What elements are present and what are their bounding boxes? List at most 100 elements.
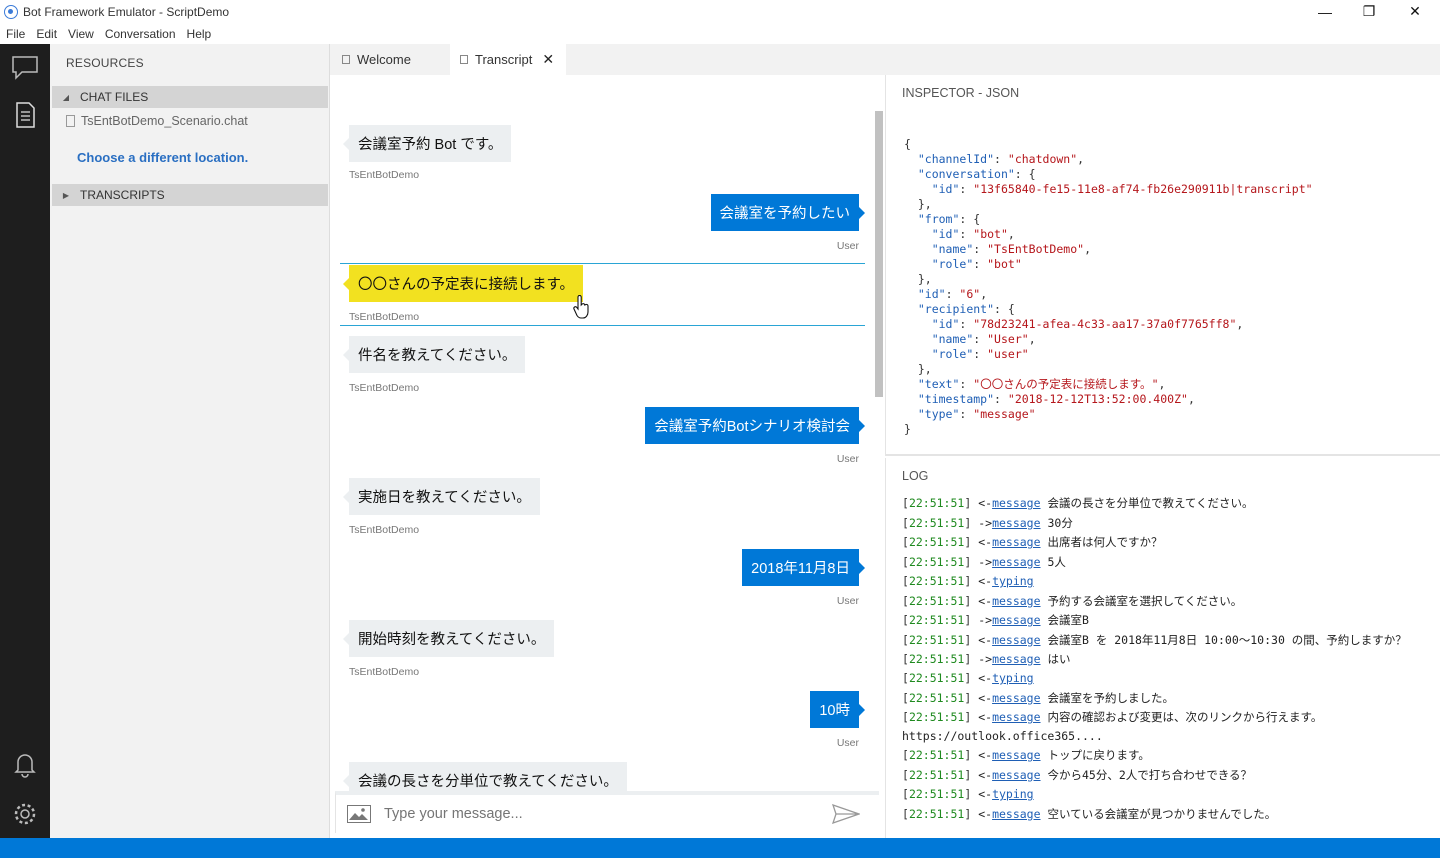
log-panel: LOG [22:51:51] <-message 会議の長さを分単位で教えてくだ… <box>885 458 1440 838</box>
menu-view[interactable]: View <box>62 27 99 41</box>
log-lines: [22:51:51] <-message 会議の長さを分単位で教えてください。 [… <box>902 494 1427 824</box>
log-entry: [22:51:51] <-message 出席者は何人ですか？ <box>902 535 1163 549</box>
menu-file[interactable]: File <box>0 27 30 41</box>
tab-doc-icon <box>460 55 468 64</box>
bot-message-selected[interactable]: 〇〇さんの予定表に接続します。 <box>342 265 584 302</box>
chat-file-item[interactable]: TsEntBotDemo_Scenario.chat <box>66 114 248 128</box>
chat-files-section[interactable]: ◢ CHAT FILES <box>52 86 328 108</box>
log-activity-link[interactable]: message <box>992 516 1040 530</box>
chat-files-label: CHAT FILES <box>80 90 149 104</box>
user-message[interactable]: 会議室を予約したい <box>710 194 865 231</box>
log-title: LOG <box>902 469 929 483</box>
log-activity-link[interactable]: message <box>992 613 1040 627</box>
log-activity-link[interactable]: message <box>992 496 1040 510</box>
message-input[interactable] <box>384 806 824 822</box>
log-text: 出席者は何人ですか？ <box>1047 535 1163 549</box>
log-text: トップに戻ります。 <box>1047 748 1150 762</box>
log-direction: -> <box>978 651 993 666</box>
title-bar: Bot Framework Emulator - ScriptDemo — ❐ … <box>0 0 1440 23</box>
log-timestamp: 22:51:51 <box>908 787 965 801</box>
selection-border-top <box>340 263 865 264</box>
activity-bar <box>0 44 50 838</box>
log-timestamp: 22:51:51 <box>908 613 965 627</box>
log-activity-link[interactable]: message <box>992 535 1040 549</box>
document-icon[interactable] <box>10 100 40 130</box>
log-text: 空いている会議室が見つかりませんでした。 <box>1047 806 1277 821</box>
log-direction: <- <box>978 574 993 588</box>
log-text: 今から45分、2人で打ち合わせできる？ <box>1047 767 1253 782</box>
bot-message[interactable]: 件名を教えてください。 <box>342 336 526 373</box>
log-text: 会議室B <box>1047 613 1089 627</box>
restore-button[interactable]: ❐ <box>1346 0 1392 23</box>
log-timestamp: 22:51:51 <box>908 806 965 821</box>
log-entry: [22:51:51] ->message はい <box>902 651 1071 666</box>
collapse-triangle-icon: ◢ <box>62 92 70 102</box>
log-entry: [22:51:51] <-typing <box>902 671 1034 685</box>
log-activity-link[interactable]: message <box>992 555 1040 569</box>
user-message[interactable]: 2018年11月8日 <box>742 549 865 586</box>
log-activity-link[interactable]: message <box>992 633 1040 647</box>
transcripts-section[interactable]: ▶ TRANSCRIPTS <box>52 184 328 206</box>
log-direction: <- <box>978 535 993 549</box>
file-icon <box>66 115 75 127</box>
log-entry: [22:51:51] <-message 予約する会議室を選択してください。 <box>902 593 1243 608</box>
bot-message[interactable]: 会議室予約 Bot です。 <box>342 125 512 162</box>
log-text: 会議室B を 2018年11月8日 10:00～10:30 の間、予約しますか？ <box>1047 632 1407 647</box>
inspector-panel: INSPECTOR - JSON { "channelId": "chatdow… <box>885 75 1440 456</box>
log-activity-link[interactable]: message <box>992 807 1040 821</box>
log-timestamp: 22:51:51 <box>908 632 965 647</box>
tab-welcome[interactable]: Welcome <box>342 44 450 75</box>
bell-icon[interactable] <box>10 749 40 779</box>
close-tab-icon[interactable]: ✕ <box>542 51 554 68</box>
minimize-button[interactable]: — <box>1302 0 1348 23</box>
tab-bar: Welcome Transcript ✕ <box>330 44 1440 113</box>
message-sender: TsEntBotDemo <box>349 311 420 323</box>
log-activity-link[interactable]: message <box>992 768 1040 782</box>
log-text: 30分 <box>1047 515 1073 530</box>
message-sender: User <box>836 737 859 749</box>
close-window-button[interactable]: ✕ <box>1392 0 1438 23</box>
message-input-bar <box>335 791 879 833</box>
inspector-json: { "channelId": "chatdown", "conversation… <box>904 137 1313 436</box>
chat-scrollbar[interactable] <box>875 111 883 397</box>
user-message[interactable]: 10時 <box>810 691 865 728</box>
log-activity-link[interactable]: typing <box>992 574 1034 588</box>
menu-help[interactable]: Help <box>181 27 217 41</box>
bot-message[interactable]: 実施日を教えてください。 <box>343 478 540 515</box>
log-entry: [22:51:51] <-typing <box>902 574 1034 588</box>
log-timestamp: 22:51:51 <box>908 554 965 569</box>
log-activity-link[interactable]: typing <box>992 671 1034 685</box>
log-direction: <- <box>978 787 993 801</box>
tab-label: Welcome <box>357 52 411 67</box>
log-entry: [22:51:51] ->message 5人 <box>902 554 1066 569</box>
log-activity-link[interactable]: message <box>992 748 1040 762</box>
log-entry: [22:51:51] <-message トップに戻ります。 <box>902 748 1150 762</box>
log-activity-link[interactable]: message <box>992 710 1040 724</box>
log-timestamp: 22:51:51 <box>908 767 965 782</box>
message-sender: TsEntBotDemo <box>349 382 420 394</box>
tab-transcript[interactable]: Transcript ✕ <box>450 44 566 75</box>
gear-icon[interactable] <box>10 799 40 829</box>
log-activity-link[interactable]: message <box>992 691 1040 705</box>
log-text: 予約する会議室を選択してください。 <box>1047 593 1243 608</box>
tab-label: Transcript <box>475 52 533 67</box>
menu-edit[interactable]: Edit <box>30 27 62 41</box>
choose-location-link[interactable]: Choose a different location. <box>77 150 248 165</box>
status-bar <box>0 838 1440 858</box>
bot-message[interactable]: 開始時刻を教えてください。 <box>342 620 555 657</box>
log-activity-link[interactable]: typing <box>992 787 1034 801</box>
send-icon[interactable] <box>832 804 860 824</box>
log-direction: <- <box>978 593 993 608</box>
log-activity-link[interactable]: message <box>992 652 1040 666</box>
user-message[interactable]: 会議室予約Botシナリオ検討会 <box>645 407 865 444</box>
log-text: 会議の長さを分単位で教えてください。 <box>1047 496 1254 510</box>
log-direction: <- <box>978 671 993 685</box>
menu-conversation[interactable]: Conversation <box>99 27 181 41</box>
chat-icon[interactable] <box>10 52 40 82</box>
log-activity-link[interactable]: message <box>992 594 1040 608</box>
log-timestamp: 22:51:51 <box>908 651 965 666</box>
resources-title: RESOURCES <box>66 56 144 70</box>
image-icon[interactable] <box>347 805 371 823</box>
log-entry: [22:51:51] <-message 内容の確認および変更は、次のリンクから… <box>902 710 1323 743</box>
log-timestamp: 22:51:51 <box>908 593 965 608</box>
